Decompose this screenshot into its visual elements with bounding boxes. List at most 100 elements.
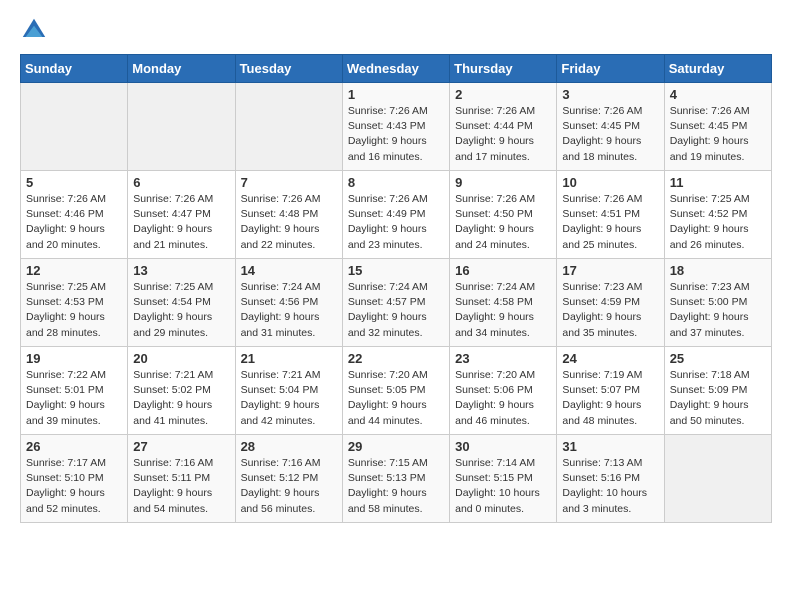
day-info: Sunrise: 7:25 AM Sunset: 4:53 PM Dayligh… <box>26 280 122 341</box>
day-info: Sunrise: 7:26 AM Sunset: 4:45 PM Dayligh… <box>670 104 766 165</box>
day-number: 8 <box>348 175 444 190</box>
calendar-day-cell: 30Sunrise: 7:14 AM Sunset: 5:15 PM Dayli… <box>450 435 557 523</box>
day-number: 12 <box>26 263 122 278</box>
calendar-day-cell: 13 Sunrise: 7:25 AM Sunset: 4:54 PM Dayli… <box>128 259 235 347</box>
calendar-day-cell: 21Sunrise: 7:21 AM Sunset: 5:04 PM Dayli… <box>235 347 342 435</box>
calendar-day-cell: 14 Sunrise: 7:24 AM Sunset: 4:56 PM Dayli… <box>235 259 342 347</box>
day-number: 10 <box>562 175 658 190</box>
calendar-day-cell: 22 Sunrise: 7:20 AM Sunset: 5:05 PM Dayli… <box>342 347 449 435</box>
day-info: Sunrise: 7:25 AM Sunset: 4:52 PM Dayligh… <box>670 192 766 253</box>
logo-icon <box>20 16 48 44</box>
calendar-day-cell: 25Sunrise: 7:18 AM Sunset: 5:09 PM Dayli… <box>664 347 771 435</box>
day-number: 1 <box>348 87 444 102</box>
header <box>20 16 772 44</box>
day-info: Sunrise: 7:19 AM Sunset: 5:07 PM Dayligh… <box>562 368 658 429</box>
calendar-day-cell: 18 Sunrise: 7:23 AM Sunset: 5:00 PM Dayli… <box>664 259 771 347</box>
day-number: 19 <box>26 351 122 366</box>
calendar-day-cell: 4 Sunrise: 7:26 AM Sunset: 4:45 PM Daylig… <box>664 83 771 171</box>
day-number: 18 <box>670 263 766 278</box>
calendar-day-cell: 28Sunrise: 7:16 AM Sunset: 5:12 PM Dayli… <box>235 435 342 523</box>
day-info: Sunrise: 7:17 AM Sunset: 5:10 PM Dayligh… <box>26 456 122 517</box>
day-info: Sunrise: 7:24 AM Sunset: 4:56 PM Dayligh… <box>241 280 337 341</box>
day-number: 29 <box>348 439 444 454</box>
calendar-empty-cell <box>128 83 235 171</box>
day-number: 13 <box>133 263 229 278</box>
day-info: Sunrise: 7:13 AM Sunset: 5:16 PM Dayligh… <box>562 456 658 517</box>
calendar-day-cell: 29 Sunrise: 7:15 AM Sunset: 5:13 PM Dayli… <box>342 435 449 523</box>
calendar-day-cell: 10 Sunrise: 7:26 AM Sunset: 4:51 PM Dayli… <box>557 171 664 259</box>
calendar-day-cell: 16Sunrise: 7:24 AM Sunset: 4:58 PM Dayli… <box>450 259 557 347</box>
day-number: 27 <box>133 439 229 454</box>
calendar-empty-cell <box>235 83 342 171</box>
calendar-day-cell: 9 Sunrise: 7:26 AM Sunset: 4:50 PM Daylig… <box>450 171 557 259</box>
day-info: Sunrise: 7:23 AM Sunset: 5:00 PM Dayligh… <box>670 280 766 341</box>
calendar-week-row: 5 Sunrise: 7:26 AM Sunset: 4:46 PM Daylig… <box>21 171 772 259</box>
day-info: Sunrise: 7:14 AM Sunset: 5:15 PM Dayligh… <box>455 456 551 517</box>
day-number: 22 <box>348 351 444 366</box>
page: SundayMondayTuesdayWednesdayThursdayFrid… <box>0 0 792 539</box>
day-number: 2 <box>455 87 551 102</box>
day-number: 26 <box>26 439 122 454</box>
day-header-monday: Monday <box>128 55 235 83</box>
day-info: Sunrise: 7:24 AM Sunset: 4:58 PM Dayligh… <box>455 280 551 341</box>
calendar-week-row: 19 Sunrise: 7:22 AM Sunset: 5:01 PM Dayli… <box>21 347 772 435</box>
day-info: Sunrise: 7:25 AM Sunset: 4:54 PM Dayligh… <box>133 280 229 341</box>
day-info: Sunrise: 7:26 AM Sunset: 4:49 PM Dayligh… <box>348 192 444 253</box>
day-number: 20 <box>133 351 229 366</box>
calendar-day-cell: 17 Sunrise: 7:23 AM Sunset: 4:59 PM Dayli… <box>557 259 664 347</box>
day-info: Sunrise: 7:26 AM Sunset: 4:47 PM Dayligh… <box>133 192 229 253</box>
day-number: 9 <box>455 175 551 190</box>
day-info: Sunrise: 7:15 AM Sunset: 5:13 PM Dayligh… <box>348 456 444 517</box>
day-number: 23 <box>455 351 551 366</box>
day-number: 15 <box>348 263 444 278</box>
day-number: 14 <box>241 263 337 278</box>
day-header-thursday: Thursday <box>450 55 557 83</box>
calendar-empty-cell <box>21 83 128 171</box>
day-number: 3 <box>562 87 658 102</box>
calendar-header-row: SundayMondayTuesdayWednesdayThursdayFrid… <box>21 55 772 83</box>
calendar-week-row: 1 Sunrise: 7:26 AM Sunset: 4:43 PM Daylig… <box>21 83 772 171</box>
calendar-day-cell: 12 Sunrise: 7:25 AM Sunset: 4:53 PM Dayli… <box>21 259 128 347</box>
day-info: Sunrise: 7:26 AM Sunset: 4:50 PM Dayligh… <box>455 192 551 253</box>
day-info: Sunrise: 7:20 AM Sunset: 5:05 PM Dayligh… <box>348 368 444 429</box>
day-info: Sunrise: 7:26 AM Sunset: 4:48 PM Dayligh… <box>241 192 337 253</box>
calendar-day-cell: 24 Sunrise: 7:19 AM Sunset: 5:07 PM Dayli… <box>557 347 664 435</box>
calendar-day-cell: 23Sunrise: 7:20 AM Sunset: 5:06 PM Dayli… <box>450 347 557 435</box>
calendar-day-cell: 2Sunrise: 7:26 AM Sunset: 4:44 PM Daylig… <box>450 83 557 171</box>
calendar-week-row: 26 Sunrise: 7:17 AM Sunset: 5:10 PM Dayli… <box>21 435 772 523</box>
day-number: 4 <box>670 87 766 102</box>
day-info: Sunrise: 7:24 AM Sunset: 4:57 PM Dayligh… <box>348 280 444 341</box>
day-info: Sunrise: 7:18 AM Sunset: 5:09 PM Dayligh… <box>670 368 766 429</box>
day-number: 7 <box>241 175 337 190</box>
day-header-friday: Friday <box>557 55 664 83</box>
day-number: 17 <box>562 263 658 278</box>
day-info: Sunrise: 7:23 AM Sunset: 4:59 PM Dayligh… <box>562 280 658 341</box>
calendar-table: SundayMondayTuesdayWednesdayThursdayFrid… <box>20 54 772 523</box>
day-info: Sunrise: 7:26 AM Sunset: 4:46 PM Dayligh… <box>26 192 122 253</box>
calendar-day-cell: 19 Sunrise: 7:22 AM Sunset: 5:01 PM Dayli… <box>21 347 128 435</box>
day-info: Sunrise: 7:26 AM Sunset: 4:45 PM Dayligh… <box>562 104 658 165</box>
calendar-day-cell: 20Sunrise: 7:21 AM Sunset: 5:02 PM Dayli… <box>128 347 235 435</box>
calendar-day-cell: 1 Sunrise: 7:26 AM Sunset: 4:43 PM Daylig… <box>342 83 449 171</box>
day-header-tuesday: Tuesday <box>235 55 342 83</box>
day-info: Sunrise: 7:26 AM Sunset: 4:43 PM Dayligh… <box>348 104 444 165</box>
day-info: Sunrise: 7:16 AM Sunset: 5:11 PM Dayligh… <box>133 456 229 517</box>
calendar-day-cell: 31Sunrise: 7:13 AM Sunset: 5:16 PM Dayli… <box>557 435 664 523</box>
day-info: Sunrise: 7:21 AM Sunset: 5:04 PM Dayligh… <box>241 368 337 429</box>
day-header-wednesday: Wednesday <box>342 55 449 83</box>
day-info: Sunrise: 7:26 AM Sunset: 4:51 PM Dayligh… <box>562 192 658 253</box>
calendar-day-cell: 3 Sunrise: 7:26 AM Sunset: 4:45 PM Daylig… <box>557 83 664 171</box>
calendar-day-cell: 26 Sunrise: 7:17 AM Sunset: 5:10 PM Dayli… <box>21 435 128 523</box>
day-number: 11 <box>670 175 766 190</box>
calendar-empty-cell <box>664 435 771 523</box>
calendar-day-cell: 5 Sunrise: 7:26 AM Sunset: 4:46 PM Daylig… <box>21 171 128 259</box>
calendar-day-cell: 7 Sunrise: 7:26 AM Sunset: 4:48 PM Daylig… <box>235 171 342 259</box>
day-number: 5 <box>26 175 122 190</box>
calendar-day-cell: 15 Sunrise: 7:24 AM Sunset: 4:57 PM Dayli… <box>342 259 449 347</box>
day-info: Sunrise: 7:22 AM Sunset: 5:01 PM Dayligh… <box>26 368 122 429</box>
day-info: Sunrise: 7:16 AM Sunset: 5:12 PM Dayligh… <box>241 456 337 517</box>
day-header-saturday: Saturday <box>664 55 771 83</box>
day-number: 24 <box>562 351 658 366</box>
day-number: 6 <box>133 175 229 190</box>
calendar-day-cell: 11 Sunrise: 7:25 AM Sunset: 4:52 PM Dayli… <box>664 171 771 259</box>
